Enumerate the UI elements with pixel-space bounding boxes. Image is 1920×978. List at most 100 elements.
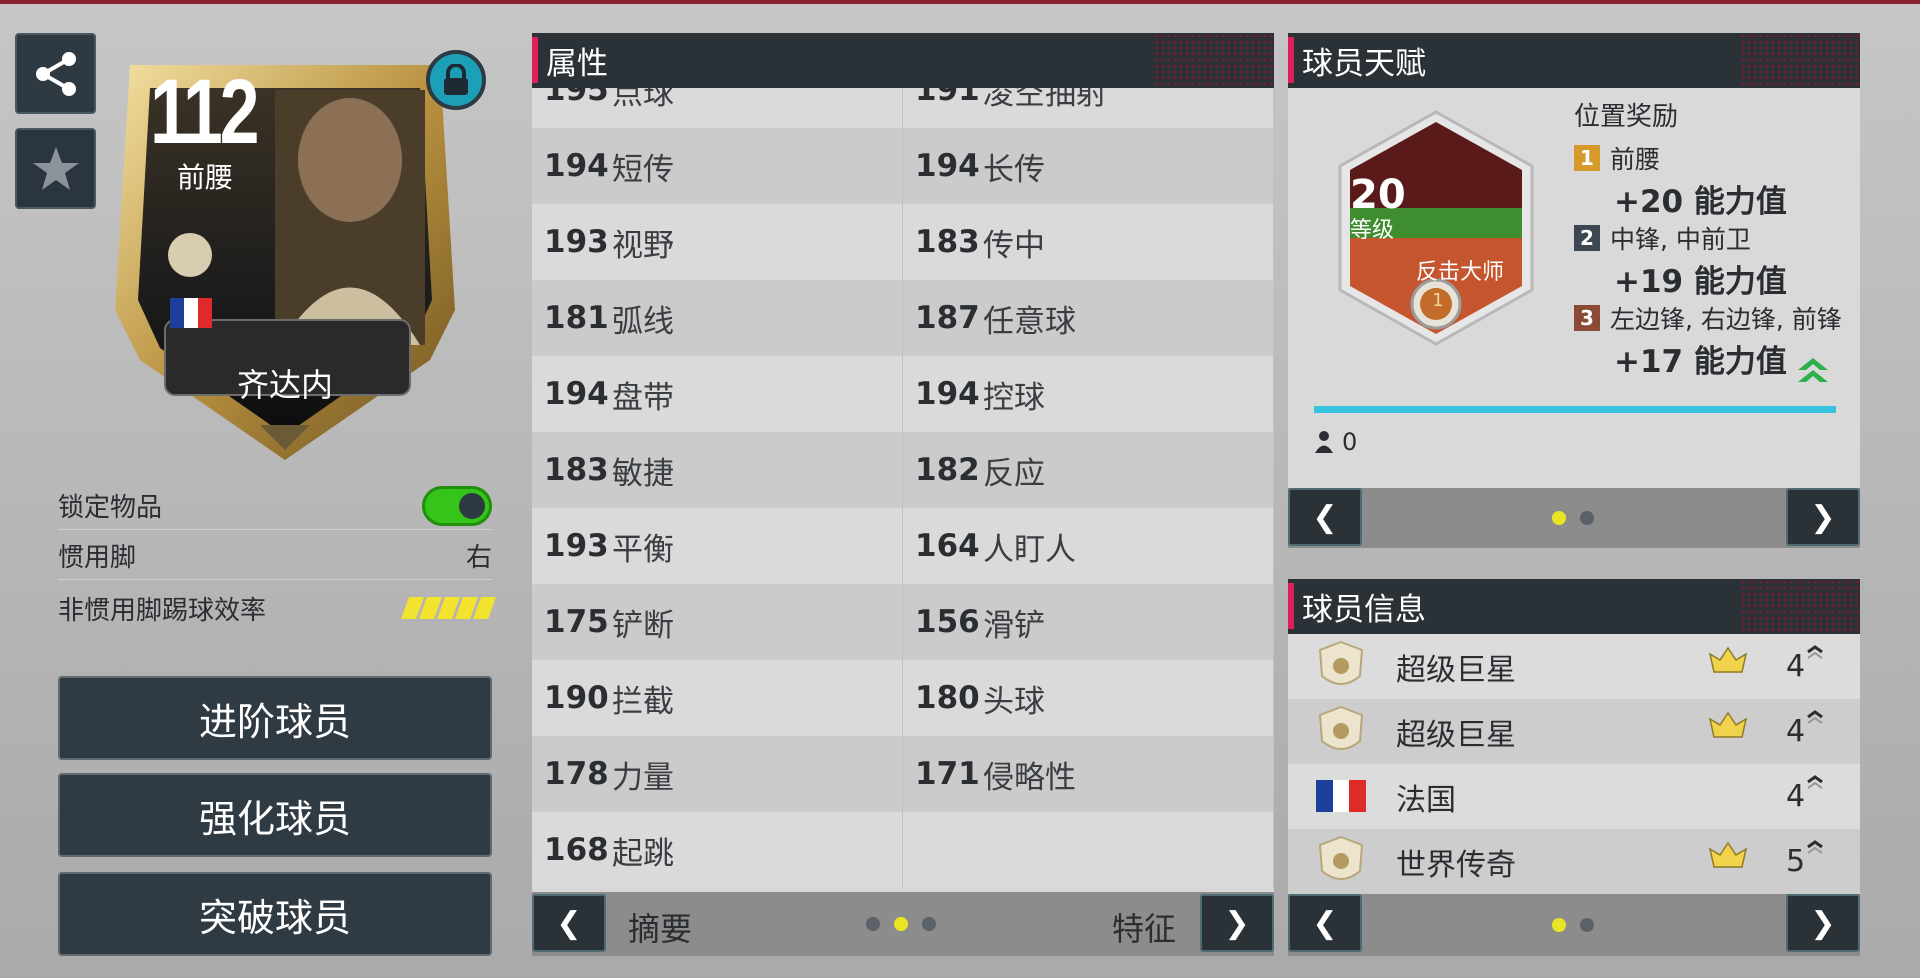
attribute-value: 194 (915, 148, 980, 184)
attribute-value: 194 (915, 376, 980, 412)
attribute-cell: 171 侵略性 (903, 736, 1274, 812)
attribute-label: 短传 (612, 151, 674, 188)
attributes-prev-button[interactable]: ❮ (532, 894, 606, 952)
weak-foot-label: 非惯用脚踢球效率 (58, 595, 267, 626)
attribute-cell: 194 长传 (903, 128, 1274, 204)
attribute-row: 193 平衡 164 人盯人 (532, 508, 1274, 584)
attribute-cell: 156 滑铲 (903, 584, 1274, 660)
attribute-value: 193 (544, 528, 609, 564)
train-player-button[interactable]: 强化球员 (58, 773, 492, 857)
player-card[interactable]: 112 前腰 齐达内 (110, 30, 460, 470)
player-info-list: 超级巨星 4 超级巨星 4 法国 4 世界传奇 5 (1288, 634, 1860, 894)
player-info-prev-button[interactable]: ❮ (1288, 894, 1362, 952)
level-up-icon (1807, 840, 1823, 854)
attribute-value: 193 (544, 224, 609, 260)
attribute-cell: 191 凌空抽射 (903, 88, 1274, 128)
attribute-row: 193 视野 183 传中 (532, 204, 1274, 280)
card-player-name: 齐达内 (236, 366, 333, 404)
attribute-value: 183 (544, 452, 609, 488)
player-info-header: 球员信息 (1288, 579, 1860, 634)
attribute-cell: 187 任意球 (903, 280, 1274, 356)
list-item[interactable]: 法国 4 (1288, 764, 1860, 829)
attribute-label: 敏捷 (612, 455, 674, 492)
summary-tab[interactable]: 摘要 (628, 904, 692, 950)
icon-badge-icon (1318, 640, 1364, 685)
attribute-label: 视野 (612, 227, 674, 264)
attribute-label: 人盯人 (983, 531, 1076, 568)
attributes-next-button[interactable]: ❯ (1200, 894, 1274, 952)
attribute-row: 168 起跳 (532, 812, 1274, 888)
list-item[interactable]: 世界传奇 5 (1288, 829, 1860, 894)
attribute-label: 铲断 (612, 607, 674, 644)
person-icon (1315, 431, 1333, 453)
france-flag-icon (1316, 780, 1366, 812)
advance-player-button[interactable]: 进阶球员 (58, 676, 492, 760)
crown-icon (1708, 646, 1748, 673)
list-item[interactable]: 超级巨星 4 (1288, 634, 1860, 699)
attribute-label: 拦截 (612, 683, 674, 720)
talent-skill-name: 反击大师 (1415, 260, 1504, 285)
share-button[interactable] (15, 33, 96, 114)
attribute-value: 156 (915, 604, 980, 640)
attribute-cell: 180 头球 (903, 660, 1274, 736)
lock-item-toggle[interactable] (422, 485, 492, 526)
talent-count: 0 (1314, 428, 1357, 456)
breakthrough-player-button[interactable]: 突破球员 (58, 872, 492, 956)
attribute-row: 175 铲断 156 滑铲 (532, 584, 1274, 660)
attribute-cell: 193 视野 (532, 204, 903, 280)
attributes-pager (866, 917, 936, 931)
position-bonus-1: 1 前腰 +20 能力值 (1574, 140, 1787, 221)
attribute-row: 190 拦截 180 头球 (532, 660, 1274, 736)
attribute-label: 力量 (612, 759, 674, 796)
attribute-cell (903, 812, 1274, 888)
talent-title: 球员天赋 (1302, 46, 1426, 82)
attribute-value: 168 (544, 832, 609, 868)
attribute-row: 194 短传 194 长传 (532, 128, 1274, 204)
attribute-label: 长传 (983, 151, 1045, 188)
preferred-foot-row: 惯用脚 右 (58, 532, 492, 580)
traits-tab[interactable]: 特征 (1112, 904, 1176, 950)
attribute-cell: 175 铲断 (532, 584, 903, 660)
icon-badge-icon (1318, 835, 1364, 880)
talent-next-button[interactable]: ❯ (1786, 488, 1860, 546)
attributes-list[interactable]: 195 点球 191 凌空抽射 194 短传 194 长传 193 视野 183 传中 181 弧线 1… (532, 88, 1274, 892)
list-item[interactable]: 超级巨星 4 (1288, 699, 1860, 764)
attribute-cell: 194 短传 (532, 128, 903, 204)
favorite-button[interactable] (15, 128, 96, 209)
player-info-next-button[interactable]: ❯ (1786, 894, 1860, 952)
level-up-icon (1807, 710, 1823, 724)
attribute-label: 侵略性 (983, 759, 1076, 796)
level-up-icon (1807, 645, 1823, 659)
weak-foot-rating (400, 597, 497, 619)
attribute-label: 起跳 (612, 835, 674, 872)
attribute-value: 164 (915, 528, 980, 564)
attribute-label: 头球 (983, 683, 1045, 720)
player-info-footer: ❮ ❯ (1288, 894, 1860, 956)
attribute-value: 187 (915, 300, 980, 336)
attribute-value: 190 (544, 680, 609, 716)
upgrade-chevron-icon (1798, 358, 1828, 382)
talent-panel: 20 等级 反击大师 1 位置奖励 1 前腰 +20 能力值 2 中锋, 中前卫 +… (1288, 88, 1860, 488)
icon-badge-icon (1318, 705, 1364, 750)
card-rating: 112 (150, 61, 260, 163)
crown-icon (1708, 841, 1748, 868)
talent-medal: 1 (1432, 290, 1444, 311)
position-bonus-2: 2 中锋, 中前卫 +19 能力值 (1574, 220, 1787, 301)
attribute-label: 任意球 (983, 303, 1076, 340)
lock-button[interactable] (426, 50, 486, 110)
attribute-cell: 181 弧线 (532, 280, 903, 356)
attribute-cell: 178 力量 (532, 736, 903, 812)
attribute-value: 171 (915, 756, 980, 792)
top-accent-line (0, 0, 1920, 4)
attribute-row: 181 弧线 187 任意球 (532, 280, 1274, 356)
talent-prev-button[interactable]: ❮ (1288, 488, 1362, 546)
attribute-row-partial: 195 点球 191 凌空抽射 (532, 88, 1274, 128)
attribute-value: 181 (544, 300, 609, 336)
attribute-cell: 183 传中 (903, 204, 1274, 280)
attribute-cell: 182 反应 (903, 432, 1274, 508)
attribute-value: 194 (544, 376, 609, 412)
talent-footer: ❮ ❯ (1288, 488, 1860, 548)
attribute-value: 183 (915, 224, 980, 260)
player-info-pager (1552, 918, 1594, 932)
attributes-title: 属性 (546, 46, 608, 82)
